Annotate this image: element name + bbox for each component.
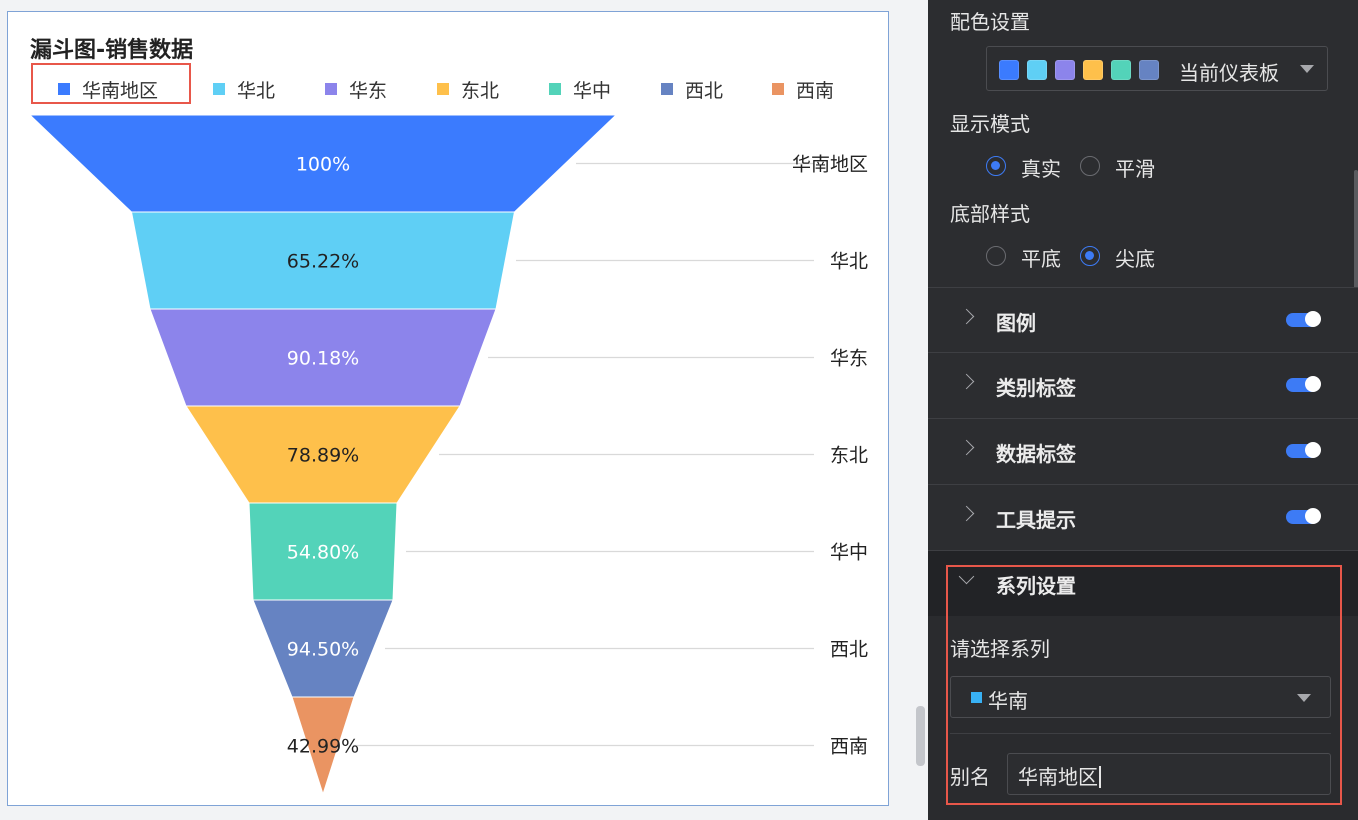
color-scheme-select[interactable]: 当前仪表板 — [986, 46, 1328, 91]
collapse-row-tooltip[interactable]: 工具提示 — [928, 484, 1358, 550]
color-settings-label: 配色设置 — [950, 10, 1030, 34]
dropdown-caret-icon — [1300, 65, 1314, 73]
radio-display-real[interactable] — [986, 156, 1006, 176]
data-label: 65.22% — [287, 251, 359, 273]
chevron-right-icon — [958, 505, 975, 522]
collapse-row-data-label[interactable]: 数据标签 — [928, 418, 1358, 484]
category-label: 西北 — [830, 639, 868, 661]
category-label: 华南地区 — [792, 154, 868, 176]
radio-display-smooth-label: 平滑 — [1115, 157, 1155, 181]
collapse-row-label: 图例 — [996, 311, 1036, 335]
bottom-style-label: 底部样式 — [950, 202, 1030, 226]
radio-bottom-flat[interactable] — [986, 246, 1006, 266]
tooltip-toggle[interactable] — [1286, 508, 1321, 524]
data-label: 94.50% — [287, 639, 359, 661]
category-label: 东北 — [830, 445, 868, 467]
collapse-row-label: 数据标签 — [996, 442, 1076, 466]
radio-display-real-label: 真实 — [1021, 157, 1061, 181]
canvas-scrollbar[interactable] — [913, 0, 928, 820]
series-settings-highlight-box — [946, 565, 1342, 805]
color-swatch-0 — [999, 60, 1019, 80]
category-label: 华北 — [830, 251, 868, 273]
collapse-row-label: 工具提示 — [996, 508, 1076, 532]
category-label: 西南 — [830, 736, 868, 758]
radio-display-smooth[interactable] — [1080, 156, 1100, 176]
color-swatch-2 — [1055, 60, 1075, 80]
funnel-plot: 100% 华南地区 65.22% 华北 90.18% 华东 78.89% 东北 54.80% 华中… — [28, 114, 868, 796]
data-label: 100% — [296, 154, 350, 176]
color-swatch-5 — [1139, 60, 1159, 80]
collapse-row-category-label[interactable]: 类别标签 — [928, 352, 1358, 418]
data-label-toggle[interactable] — [1286, 442, 1321, 458]
legend-toggle[interactable] — [1286, 311, 1321, 327]
radio-bottom-flat-label: 平底 — [1021, 247, 1061, 271]
funnel-chart-card: 漏斗图-销售数据 华南地区 华北 华东 东北 华中 西北 西南 100% 华南地… — [7, 11, 889, 806]
data-label: 42.99% — [287, 736, 359, 758]
data-label: 78.89% — [287, 445, 359, 467]
chevron-right-icon — [958, 439, 975, 456]
collapse-row-label: 类别标签 — [996, 376, 1076, 400]
category-label: 华东 — [830, 348, 868, 370]
color-scheme-value: 当前仪表板 — [1179, 61, 1279, 85]
data-label: 90.18% — [287, 348, 359, 370]
bottom-strip — [0, 808, 913, 820]
color-swatch-3 — [1083, 60, 1103, 80]
category-label-toggle[interactable] — [1286, 376, 1321, 392]
radio-bottom-pointed-label: 尖底 — [1115, 247, 1155, 271]
display-mode-label: 显示模式 — [950, 112, 1030, 136]
collapse-row-legend[interactable]: 图例 — [928, 287, 1358, 353]
chevron-right-icon — [958, 308, 975, 325]
data-label: 54.80% — [287, 542, 359, 564]
canvas-scrollbar-thumb[interactable] — [916, 706, 925, 766]
color-swatch-1 — [1027, 60, 1047, 80]
radio-bottom-pointed[interactable] — [1080, 246, 1100, 266]
category-label: 华中 — [830, 542, 868, 564]
chevron-right-icon — [958, 373, 975, 390]
color-swatch-4 — [1111, 60, 1131, 80]
